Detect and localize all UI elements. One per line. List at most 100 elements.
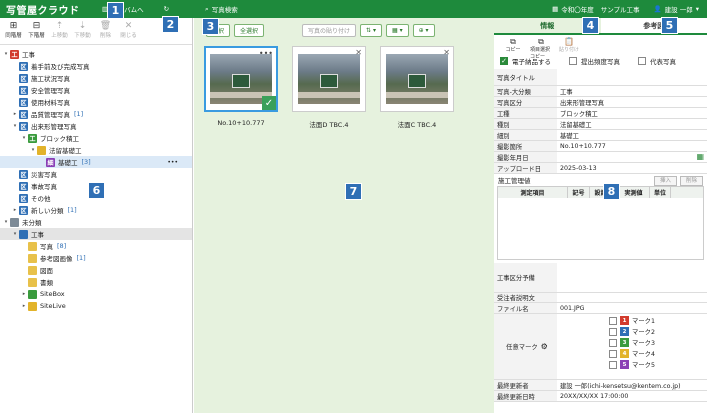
mark-checkbox[interactable]	[609, 316, 618, 325]
move-down-button[interactable]: ⇣ 下移動	[71, 21, 94, 39]
mark-item[interactable]: 1 マーク1	[609, 316, 655, 325]
tree-toggle-icon[interactable]: ▾	[2, 219, 10, 225]
tree-item-label: 安全管理写真	[31, 87, 70, 95]
submit-frequency-checkbox[interactable]	[569, 57, 577, 65]
tree-item[interactable]: ▸ SiteBox	[0, 288, 192, 300]
close-icon[interactable]: ✕	[355, 48, 362, 57]
photo-frame[interactable]: ✕	[292, 46, 366, 112]
tree-toggle-icon[interactable]: ▸	[20, 291, 28, 297]
tree-item[interactable]: 区安全管理写真	[0, 84, 192, 96]
tree-item[interactable]: 区災害写真	[0, 168, 192, 180]
tree-toggle-icon[interactable]: ▾	[20, 135, 28, 141]
field-value[interactable]	[557, 152, 696, 162]
gear-icon[interactable]: ⚙	[541, 342, 548, 351]
tree-item[interactable]: ▾ 工事	[0, 228, 192, 240]
mark-item[interactable]: 3 マーク3	[609, 338, 655, 347]
field-value[interactable]	[557, 69, 707, 85]
tree-item[interactable]: ▾ 未分類	[0, 216, 192, 228]
tree-item[interactable]: 図面	[0, 264, 192, 276]
photo-thumbnail[interactable]: ••• ✓ No.10+10.777	[204, 46, 278, 129]
tree-item[interactable]: 書類	[0, 276, 192, 288]
field-value[interactable]: 法留基礎工	[557, 119, 707, 129]
tree-toggle-icon[interactable]: ▸	[20, 303, 28, 309]
electronic-delivery-checkbox[interactable]: ✓	[500, 57, 508, 65]
field-row: 受注者説明文	[494, 293, 707, 303]
tree-item[interactable]: ▸ SiteLive	[0, 300, 192, 312]
tree-toggle-icon[interactable]: ▾	[11, 231, 19, 237]
photo-frame[interactable]: ✕	[380, 46, 454, 112]
user-menu[interactable]: 👤 建設 一郎 ▾	[654, 4, 699, 14]
more-icon[interactable]: •••	[167, 159, 178, 166]
delete-button[interactable]: 🗑 削除	[94, 21, 117, 39]
field-value[interactable]: 出来形管理写真	[557, 97, 707, 107]
field-value[interactable]: 建設 一郎(ichi-kensetsu@kentem.co.jp)	[557, 380, 707, 390]
select-copy-button[interactable]: ⧉ 項目選択コピー	[530, 37, 552, 60]
category-icon	[37, 145, 46, 155]
tree-item[interactable]: 細基礎工 [3] •••	[0, 156, 192, 168]
field-value[interactable]: 2025-03-13	[557, 163, 707, 173]
insert-button[interactable]: 挿入	[653, 176, 677, 186]
sub-level-button[interactable]: ⊟ 下階層	[25, 21, 48, 39]
select-all-button[interactable]: 全選択	[234, 23, 265, 37]
field-value[interactable]: 001.JPG	[557, 303, 707, 313]
table-header-cell: 単位	[650, 187, 671, 198]
project-selector[interactable]: ▦ 令和〇年度 サンプル工事	[552, 4, 639, 14]
tree-item[interactable]: 区施工状況写真	[0, 72, 192, 84]
flag-icon: 1	[620, 316, 630, 325]
field-value[interactable]: 20XX/XX/XX 17:00:00	[557, 391, 707, 401]
copy-button[interactable]: ⧉ コピー	[502, 37, 524, 55]
field-value[interactable]: 基礎工	[557, 130, 707, 140]
mark-checkbox[interactable]	[609, 349, 618, 358]
same-level-button[interactable]: ⊞ 同階層	[2, 21, 25, 39]
sort-button[interactable]: ⇅ ▾	[360, 23, 382, 37]
paste-photo-button[interactable]: 写真の貼り付け	[302, 23, 357, 37]
field-label: 最終更新者	[494, 380, 557, 390]
mark-checkbox[interactable]	[609, 338, 618, 347]
close-icon[interactable]: ✕	[443, 48, 450, 57]
field-value[interactable]	[557, 263, 707, 292]
zoom-button[interactable]: ⊕ ▾	[412, 23, 435, 37]
tree-item[interactable]: ▾ 工工事	[0, 48, 192, 60]
paste-button[interactable]: 📋 貼り付け	[558, 37, 580, 55]
tree-item[interactable]: 写真 [8]	[0, 240, 192, 252]
tree-toggle-icon[interactable]: ▾	[2, 51, 10, 57]
tree-item[interactable]: ▸ 区品質管理写真 [1]	[0, 108, 192, 120]
photo-thumbnail[interactable]: ✕ 法面C TBC.4	[380, 46, 454, 129]
tree-toggle-icon[interactable]: ▾	[29, 147, 37, 153]
tree-item[interactable]: ▸ 区新しい分類 [1]	[0, 204, 192, 216]
field-value[interactable]: No.10+10.777	[557, 141, 707, 151]
photo-search-button[interactable]: ⌕ 写真検索	[205, 4, 238, 15]
mark-item[interactable]: 5 マーク5	[609, 360, 655, 369]
move-up-button[interactable]: ⇡ 上移動	[48, 21, 71, 39]
field-value[interactable]: 工事	[557, 86, 707, 96]
calendar-icon[interactable]: ▦	[696, 152, 704, 162]
mark-label: マーク1	[632, 318, 655, 325]
tree-toggle-icon[interactable]: ▾	[11, 123, 19, 129]
tree-item[interactable]: 参考図画像 [1]	[0, 252, 192, 264]
mark-checkbox[interactable]	[609, 327, 618, 336]
mark-item[interactable]: 2 マーク2	[609, 327, 655, 336]
representative-photo-checkbox[interactable]	[638, 57, 646, 65]
view-mode-button[interactable]: ▦ ▾	[386, 23, 409, 37]
delete-row-button[interactable]: 削除	[679, 176, 703, 186]
field-value[interactable]	[557, 293, 707, 302]
mark-item[interactable]: 4 マーク4	[609, 349, 655, 358]
tree-item-label: 品質管理写真	[31, 111, 70, 119]
close-button[interactable]: ✕ 閉じる	[117, 21, 140, 39]
field-value[interactable]: ブロック積工	[557, 108, 707, 118]
tree-toggle-icon[interactable]: ▸	[11, 111, 19, 117]
refresh-button[interactable]: ↻	[164, 5, 169, 13]
tree-item[interactable]: 区着手前及び完成写真	[0, 60, 192, 72]
grid-view-icon: ▦ ▾	[392, 26, 403, 34]
tree-item[interactable]: ▾ 法留基礎工	[0, 144, 192, 156]
photo-frame[interactable]: ••• ✓	[204, 46, 278, 112]
tab-reference[interactable]: 参考図	[601, 18, 707, 33]
mark-checkbox[interactable]	[609, 360, 618, 369]
field-row: 種別 法留基礎工	[494, 119, 707, 130]
more-icon[interactable]: •••	[259, 49, 273, 58]
photo-thumbnail[interactable]: ✕ 法面D TBC.4	[292, 46, 366, 129]
tree-toggle-icon[interactable]: ▸	[11, 207, 19, 213]
tree-item[interactable]: 区使用材料写真	[0, 96, 192, 108]
tree-item[interactable]: ▾ 工ブロック積工	[0, 132, 192, 144]
tree-item[interactable]: ▾ 区出来形管理写真	[0, 120, 192, 132]
